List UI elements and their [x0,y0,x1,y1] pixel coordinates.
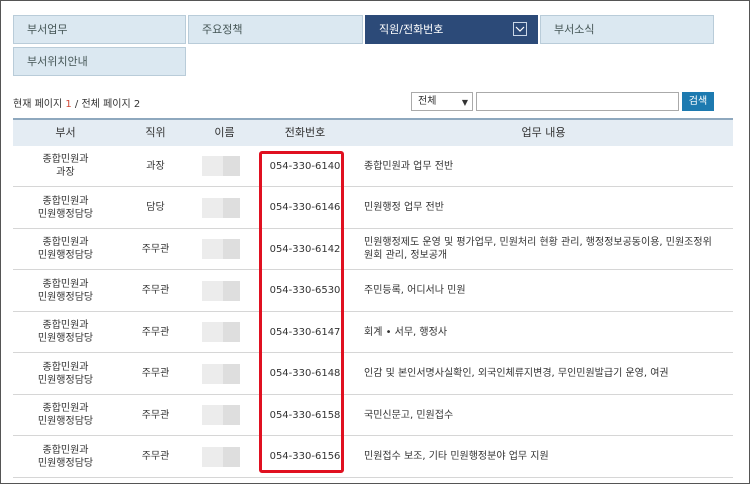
header-dept: 부서 [55,126,76,139]
page-info: 현재 페이지 1 / 전체 페이지 2 [13,99,141,110]
table-row: 종합민원과 민원행정담당 주무관 054-330-6142 민원행정제도 운영 및 평가… [13,229,733,270]
dept-cell: 종합민원과 과장 [42,154,89,178]
position-cell: 주무관 [141,243,170,255]
tab-staff-phone[interactable]: 직원/전화번호 [365,15,538,44]
position-cell: 주무관 [141,326,170,338]
total-pages: 전체 페이지 2 [81,99,141,110]
header-name: 이름 [214,126,235,139]
position-cell: 주무관 [141,368,170,379]
search-category-select[interactable]: 전체 ▼ [411,92,473,111]
duty-cell: 종합민원과 업무 전반 [364,160,454,172]
name-redacted [202,446,240,467]
name-redacted [202,197,240,218]
dept-cell: 종합민원과 민원행정담당 [37,195,94,220]
table-row: 종합민원과 과장 과장 054-330-6140 종합민원과 업무 전반 [13,146,733,187]
table-header: 부서 직위 이름 전화번호 업무 내용 [13,118,733,146]
dept-cell: 종합민원과 민원행정담당 [37,278,94,303]
position-cell: 주무관 [141,451,170,462]
table-row: 종합민원과 민원행정담당 담당 054-330-6146 민원행정 업무 전반 [13,188,733,229]
dept-cell: 종합민원과 민원행정담당 [37,361,94,386]
name-redacted [202,280,240,301]
duty-cell: 민원행정제도 운영 및 평가업무, 민원처리 현황 관리, 행정정보공동이용, … [364,237,712,261]
name-redacted [202,239,240,259]
duty-cell: 인감 및 본인서명사실확인, 외국인체류지변경, 무인민원발급기 운영, 여권 [364,368,669,379]
table-row: 종합민원과 민원행정담당 주무관 054-330-6156 민원접수 보조, 기타 민원… [13,437,733,478]
duty-cell: 민원접수 보조, 기타 민원행정분야 업무 지원 [364,451,549,462]
chevron-down-icon: ▼ [461,98,468,107]
duty-cell: 국민신문고, 민원접수 [364,409,454,421]
chevron-down-icon[interactable] [513,22,527,36]
header-position: 직위 [145,126,166,139]
search-input[interactable] [476,92,679,111]
dept-cell: 종합민원과 민원행정담당 [37,444,94,469]
duty-cell: 민원행정 업무 전반 [364,202,444,213]
duty-cell: 회계 • 서무, 행정사 [364,326,448,338]
tab-department-news[interactable]: 부서소식 [540,15,714,44]
table-row: 종합민원과 민원행정담당 주무관 054-330-6147 회계 • 서무, 행정사 [13,312,733,353]
header-duty: 업무 내용 [521,126,566,139]
tab-major-policy[interactable]: 주요정책 [188,15,363,44]
duty-cell: 주민등록, 어디서나 민원 [364,285,466,296]
name-redacted [202,322,240,342]
header-phone: 전화번호 [284,126,326,139]
table-row: 종합민원과 민원행정담당 주무관 054-330-6148 인감 및 본인서명사실확인,… [13,354,733,395]
phone-column-highlight [259,151,344,473]
position-cell: 담당 [146,202,165,213]
position-cell: 주무관 [141,409,170,421]
tab-staff-phone-label: 직원/전화번호 [379,23,444,36]
name-redacted [202,156,240,176]
name-redacted [202,363,240,384]
position-cell: 과장 [146,160,165,172]
table-row: 종합민원과 민원행정담당 주무관 054-330-6158 국민신문고, 민원접수 [13,395,733,436]
page-frame: 부서업무 주요정책 직원/전화번호 부서소식 부서위치안내 현재 페이지 1 /… [0,0,750,484]
position-cell: 주무관 [141,285,170,296]
name-redacted [202,405,240,425]
tab-department-location[interactable]: 부서위치안내 [13,47,186,76]
search-button[interactable]: 검색 [682,92,714,111]
dept-cell: 종합민원과 민원행정담당 [37,237,94,261]
dept-cell: 종합민원과 민원행정담당 [37,403,94,427]
table-row: 종합민원과 민원행정담당 주무관 054-330-6530 주민등록, 어디서나 민원 [13,271,733,312]
tab-department-work[interactable]: 부서업무 [13,15,186,44]
dept-cell: 종합민원과 민원행정담당 [37,320,94,344]
